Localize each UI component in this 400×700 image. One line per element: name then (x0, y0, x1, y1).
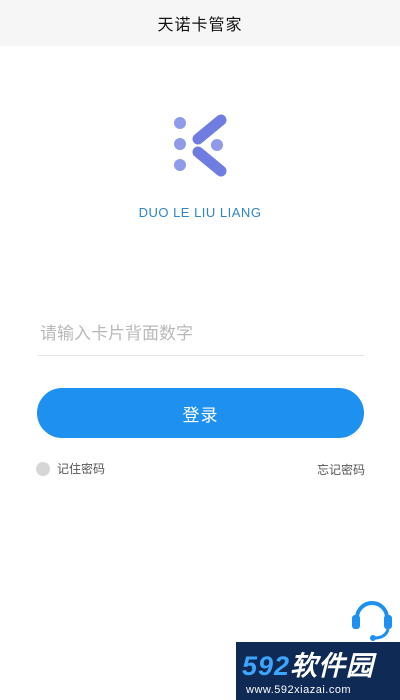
remember-password-toggle[interactable]: 记住密码 (36, 460, 105, 477)
remember-radio[interactable] (36, 461, 50, 476)
k-logo-icon (174, 114, 227, 177)
watermark-url: www.592xiazai.com (246, 684, 352, 696)
headset-icon[interactable] (350, 594, 394, 642)
page-title: 天诺卡管家 (157, 15, 243, 34)
brand-text: DUO LE LIU LIANG (138, 205, 262, 220)
login-screen: 天诺卡管家 DUO LE LIU LIANG 登录 记住密码 忘记密码 592软… (0, 0, 400, 700)
remember-password-label: 记住密码 (57, 462, 106, 476)
card-number-input[interactable] (38, 312, 364, 355)
watermark-brand-text: 软件园 (290, 651, 375, 681)
card-number-field (38, 312, 364, 356)
forgot-password-link[interactable]: 忘记密码 (317, 461, 365, 478)
watermark-brand: 592软件园 (242, 644, 374, 683)
login-button[interactable]: 登录 (37, 388, 364, 438)
watermark: 592软件园 www.592xiazai.com (236, 642, 400, 700)
title-bar: 天诺卡管家 (0, 0, 400, 46)
watermark-brand-number: 592 (242, 651, 291, 681)
